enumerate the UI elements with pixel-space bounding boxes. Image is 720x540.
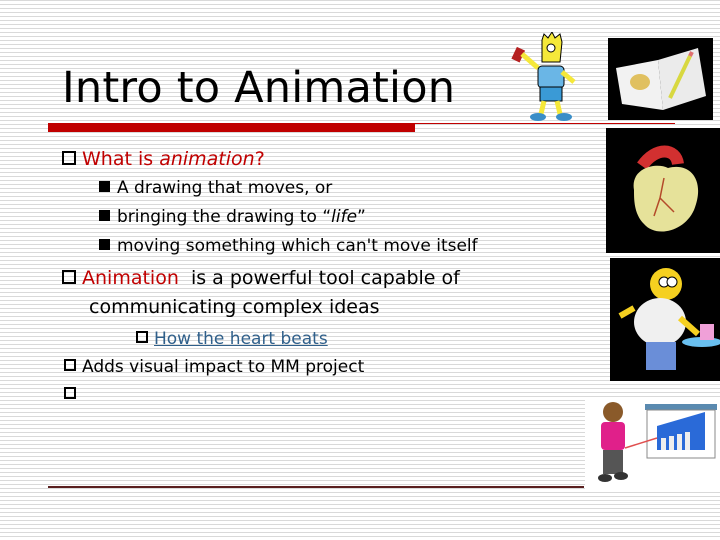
open-book-image (608, 38, 713, 120)
hollow-square-bullet-icon (136, 331, 148, 343)
hollow-square-bullet-icon (64, 387, 76, 399)
filled-square-bullet-icon (99, 181, 110, 192)
presenter-with-chart-image (585, 398, 720, 492)
sub-bullet-heart-link: How the heart beats (136, 328, 328, 350)
hollow-square-bullet-icon (64, 359, 76, 371)
how-the-heart-beats-link[interactable]: How the heart beats (154, 329, 328, 349)
title-underline-bar (48, 123, 415, 132)
hollow-square-bullet-icon (62, 150, 76, 165)
animated-heart-image (606, 128, 720, 253)
bullet-what-is-animation: What is animation? (62, 147, 265, 171)
sub-bullet-bringing-to-life: bringing the drawing to “life” (99, 206, 366, 228)
filled-square-bullet-icon (99, 239, 110, 250)
bullet-empty (64, 384, 82, 406)
bullet-animation-line2: communicating complex ideas (89, 296, 380, 318)
slide-title: Intro to Animation (62, 63, 456, 113)
title-underline-thin (415, 123, 675, 124)
bart-simpson-spray-can-image (511, 32, 576, 121)
footer-divider (48, 486, 584, 488)
homer-simpson-cake-image (610, 258, 720, 381)
sub-bullet-drawing-moves: A drawing that moves, or (99, 177, 332, 199)
bullet-animation-powerful-tool: Animation is a powerful tool capable of (62, 266, 460, 290)
bullet-visual-impact: Adds visual impact to MM project (64, 356, 364, 378)
sub-bullet-moving-something: moving something which can't move itself (99, 235, 478, 257)
filled-square-bullet-icon (99, 210, 110, 221)
hollow-square-bullet-icon (62, 269, 76, 284)
